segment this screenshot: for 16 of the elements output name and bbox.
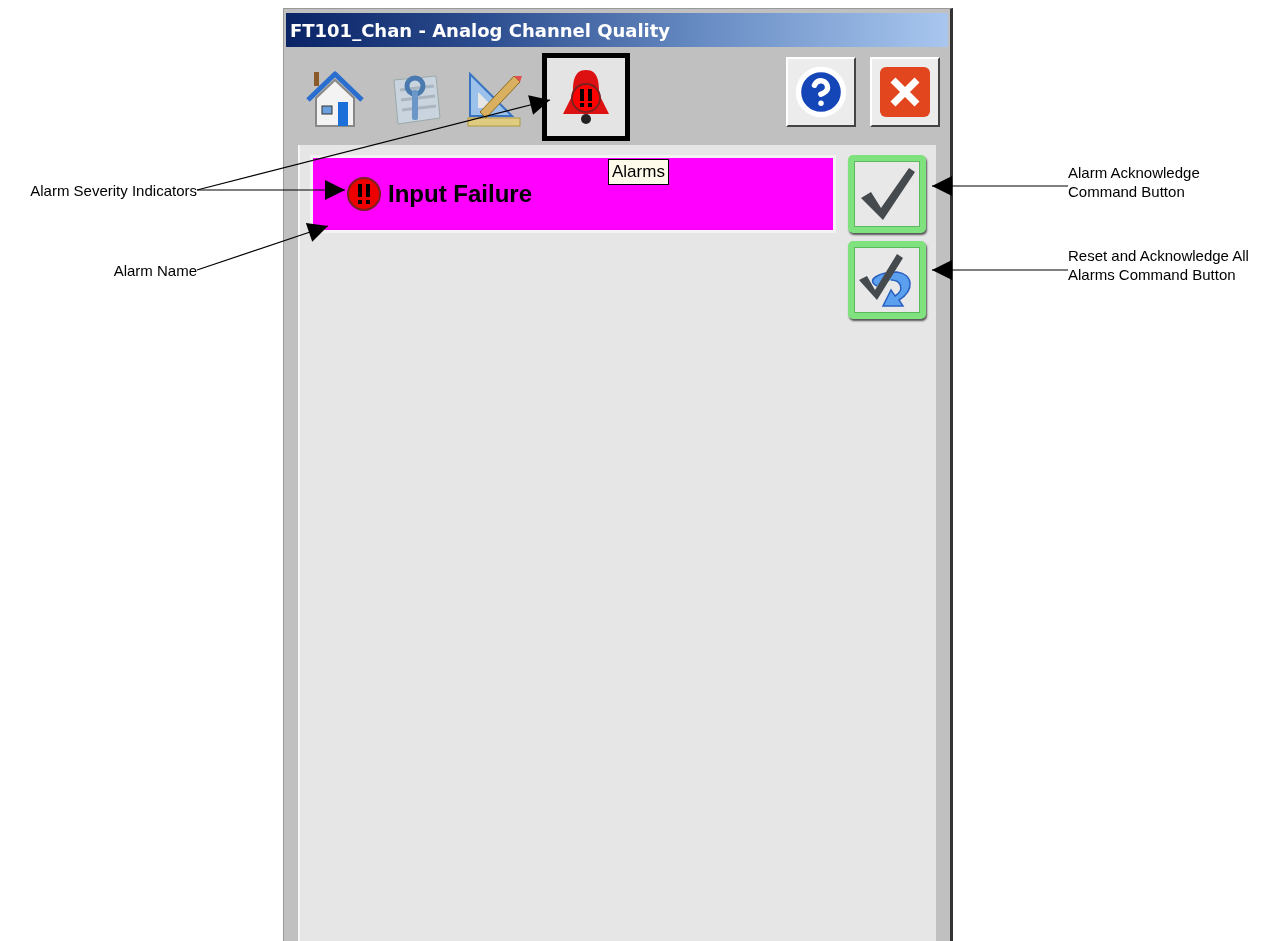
reset-acknowledge-all-button[interactable] xyxy=(848,241,926,319)
help-button[interactable] xyxy=(786,57,856,127)
house-icon xyxy=(304,68,366,130)
acknowledge-button[interactable] xyxy=(848,155,926,233)
help-icon xyxy=(794,65,848,119)
window-title: FT101_Chan - Analog Channel Quality xyxy=(286,13,948,47)
alarm-name: Input Failure xyxy=(388,180,532,208)
severity-icon xyxy=(346,176,382,212)
callout-label: Reset and Acknowledge All Alarms Command Button xyxy=(1068,246,1249,284)
tooltip: Alarms xyxy=(608,159,669,185)
callout-label: Alarm Name xyxy=(112,261,197,280)
close-button[interactable] xyxy=(870,57,940,127)
close-icon xyxy=(878,65,932,119)
callout-label: Alarm Acknowledge Command Button xyxy=(1068,163,1200,201)
toolbar-tab[interactable] xyxy=(542,53,630,141)
callout-label: Alarm Severity Indicators xyxy=(29,181,197,200)
